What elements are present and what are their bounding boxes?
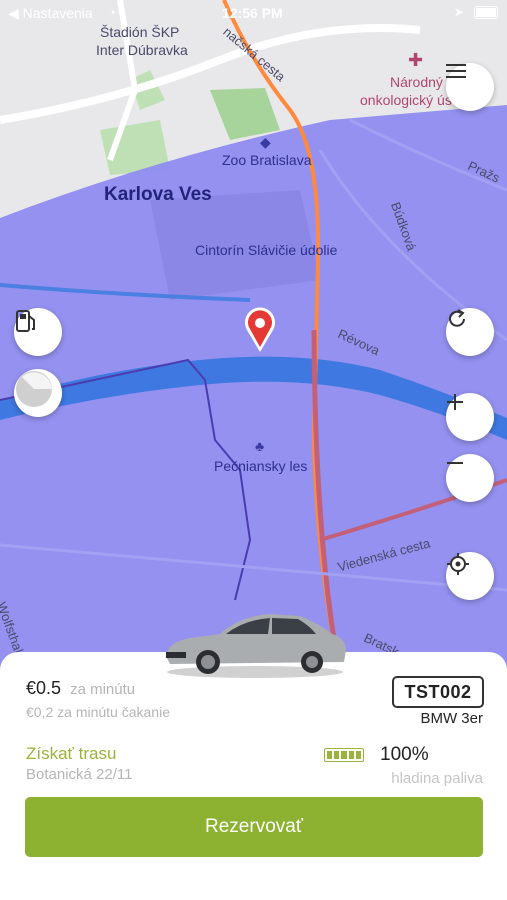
map-view[interactable]: Štadión ŠKP Inter Dúbravka načská cesta … <box>0 0 507 700</box>
locate-me-button[interactable] <box>446 552 494 600</box>
map-pin-icon[interactable] <box>243 306 277 354</box>
wifi-icon: ◔ <box>108 5 116 20</box>
zoom-in-icon <box>447 394 463 410</box>
map-label-cancer-institute-2: onkologický ús <box>360 92 452 108</box>
tree-icon: ♣ <box>255 438 265 454</box>
car-detail-sheet: €0.5 za minútu €0,2 za minútu čakanie TS… <box>0 652 507 900</box>
locate-icon <box>447 553 469 575</box>
refresh-icon <box>449 309 465 327</box>
speed-gauge-button[interactable] <box>14 369 62 417</box>
fuel-percent: 100% <box>380 744 429 765</box>
map-label-zoo: Zoo Bratislava <box>222 152 312 168</box>
zoom-out-icon <box>447 462 463 464</box>
menu-button[interactable] <box>446 63 494 111</box>
fuel-label: hladina paliva <box>391 770 483 787</box>
map-label-karlova-ves: Karlova Ves <box>104 184 212 205</box>
refresh-button[interactable] <box>446 308 494 356</box>
waiting-price: €0,2 za minútu čakanie <box>26 704 170 720</box>
price-value: €0.5 <box>26 678 62 698</box>
back-to-settings[interactable]: ◀ Nastavenia <box>8 5 93 22</box>
battery-icon <box>474 6 498 19</box>
get-route-link[interactable]: Získať trasu <box>26 744 116 764</box>
price-per-minute: €0.5 za minútu <box>26 678 135 699</box>
map-label-cancer-institute: Národný <box>390 74 443 90</box>
zoo-icon: ◆ <box>260 134 271 150</box>
fuel-station-icon <box>16 310 35 332</box>
map-label-stadium-2: Inter Dúbravka <box>96 42 188 58</box>
car-image <box>166 614 346 678</box>
status-time: 12:56 PM <box>222 5 283 21</box>
menu-icon <box>446 64 466 78</box>
status-bar: ◀ Nastavenia ◔ 12:56 PM ➤ <box>0 0 507 28</box>
car-model: BMW 3er <box>420 710 483 727</box>
map-label-forest: Pečniansky les <box>214 458 308 474</box>
zoom-in-button[interactable] <box>446 393 494 441</box>
map-label-cemetery: Cintorín Slávičie údolie <box>195 242 338 258</box>
price-unit: za minútu <box>70 681 136 698</box>
zoom-out-button[interactable] <box>446 454 494 502</box>
speed-gauge-icon <box>16 371 52 407</box>
car-address: Botanická 22/11 <box>26 766 133 783</box>
reserve-button[interactable]: Rezervovať <box>25 797 483 857</box>
license-plate: TST002 <box>392 676 484 708</box>
location-arrow-icon: ➤ <box>454 5 465 19</box>
fuel-level-icon <box>324 748 364 762</box>
hospital-icon: ✚ <box>408 50 424 70</box>
fuel-station-button[interactable] <box>14 308 62 356</box>
